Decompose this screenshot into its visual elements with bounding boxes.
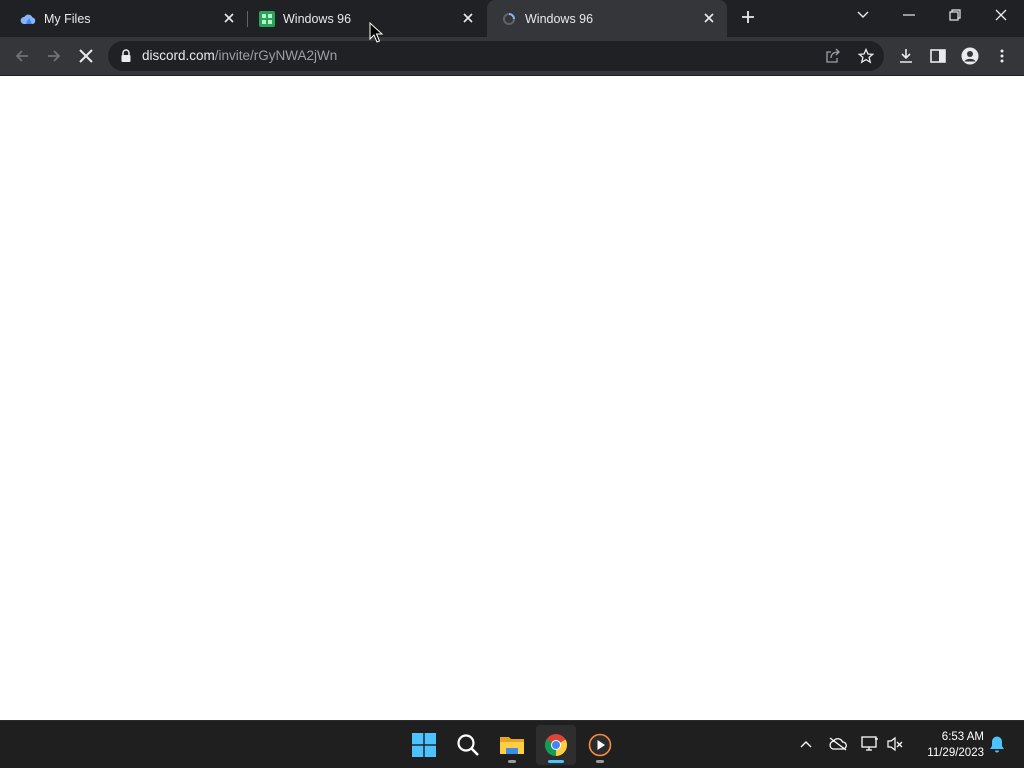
- media-play-icon: [588, 733, 612, 757]
- search-icon: [457, 734, 479, 756]
- tab-title: Windows 96: [525, 11, 594, 26]
- forward-button[interactable]: [42, 44, 66, 68]
- windows-start-icon: [412, 733, 436, 757]
- page-viewport[interactable]: [0, 76, 1024, 720]
- tab-title: My Files: [44, 11, 91, 26]
- side-panel-button[interactable]: [926, 44, 950, 68]
- close-tab-icon[interactable]: [460, 10, 476, 26]
- onedrive-offline-icon[interactable]: [827, 733, 849, 755]
- chrome-icon: [545, 734, 567, 756]
- restore-button[interactable]: [941, 4, 969, 26]
- address-bar[interactable]: discord.com/invite/rGyNWA2jWn: [108, 41, 884, 71]
- cloud-drive-icon: [20, 11, 36, 27]
- running-indicator: [508, 760, 516, 763]
- tab-separator: [247, 11, 248, 27]
- lock-icon[interactable]: [120, 49, 132, 63]
- running-indicator: [596, 760, 604, 763]
- profile-button[interactable]: [958, 44, 982, 68]
- windows96-icon: [259, 10, 275, 27]
- browser-toolbar: discord.com/invite/rGyNWA2jWn: [0, 37, 1024, 75]
- menu-kebab-icon[interactable]: [990, 44, 1014, 68]
- tab-my-files[interactable]: My Files: [0, 0, 247, 37]
- clock-date: 11/29/2023: [927, 747, 984, 759]
- new-tab-button[interactable]: [738, 7, 758, 27]
- close-tab-icon[interactable]: [701, 10, 717, 26]
- tab-windows96-active[interactable]: Windows 96: [487, 0, 727, 37]
- tab-windows96[interactable]: Windows 96: [249, 0, 486, 37]
- tab-strip: My Files Windows 96 Windows 96: [0, 0, 1024, 37]
- tab-search-button[interactable]: [849, 4, 877, 26]
- close-window-button[interactable]: [987, 4, 1015, 26]
- clock[interactable]: 6:53 AM 11/29/2023: [912, 729, 984, 761]
- stop-loading-button[interactable]: [74, 44, 98, 68]
- show-hidden-icons-button[interactable]: [795, 733, 817, 755]
- running-indicator: [548, 760, 564, 763]
- media-player-button[interactable]: [580, 725, 620, 765]
- url-path: /invite/rGyNWA2jWn: [214, 48, 338, 63]
- back-button[interactable]: [10, 44, 34, 68]
- tab-title: Windows 96: [283, 11, 352, 26]
- clock-time: 6:53 AM: [941, 731, 984, 743]
- chrome-button[interactable]: [536, 725, 576, 765]
- share-icon[interactable]: [823, 46, 843, 66]
- mouse-cursor-icon: [369, 22, 383, 43]
- loading-icon: [501, 11, 517, 27]
- network-icon[interactable]: [859, 733, 881, 755]
- url-text[interactable]: discord.com/invite/rGyNWA2jWn: [142, 48, 337, 63]
- file-explorer-button[interactable]: [492, 725, 532, 765]
- volume-muted-icon[interactable]: [884, 733, 906, 755]
- minimize-button[interactable]: [895, 4, 923, 26]
- notification-bell-icon[interactable]: [986, 733, 1008, 755]
- downloads-button[interactable]: [894, 44, 918, 68]
- start-button[interactable]: [404, 725, 444, 765]
- search-button[interactable]: [448, 725, 488, 765]
- taskbar: 6:53 AM 11/29/2023: [0, 720, 1024, 768]
- url-domain: discord.com: [142, 48, 215, 63]
- bookmark-star-icon[interactable]: [856, 46, 876, 66]
- folder-icon: [500, 737, 524, 754]
- close-tab-icon[interactable]: [221, 10, 237, 26]
